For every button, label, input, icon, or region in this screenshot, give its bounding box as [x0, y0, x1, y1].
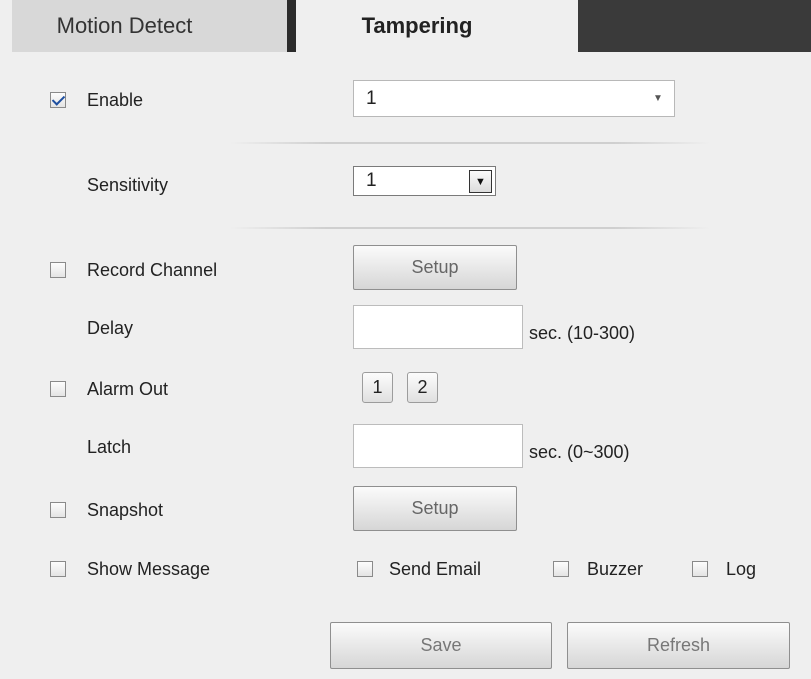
tab-bar-filler — [578, 0, 811, 52]
alarm-out-label: Alarm Out — [87, 379, 169, 399]
enable-checkbox[interactable] — [50, 92, 66, 108]
record-channel-label: Record Channel — [87, 260, 218, 280]
latch-unit: sec. (0~300) — [529, 442, 630, 462]
send-email-checkbox[interactable] — [357, 561, 373, 577]
log-checkbox[interactable] — [692, 561, 708, 577]
show-message-label: Show Message — [87, 559, 211, 579]
buzzer-checkbox[interactable] — [553, 561, 569, 577]
alarm-output-1-button[interactable]: 1 — [362, 372, 393, 403]
record-channel-checkbox[interactable] — [50, 262, 66, 278]
tab-bar: Motion Detect Tampering — [0, 0, 811, 52]
tab-motion-detect[interactable]: Motion Detect — [12, 0, 287, 52]
divider — [230, 227, 710, 229]
latch-input[interactable] — [353, 424, 523, 468]
show-message-checkbox[interactable] — [50, 561, 66, 577]
enable-label: Enable — [87, 90, 144, 110]
save-button[interactable]: Save — [330, 622, 552, 669]
alarm-out-checkbox[interactable] — [50, 381, 66, 397]
sensitivity-select-value: 1 — [366, 170, 377, 191]
delay-label: Delay — [87, 318, 134, 338]
tab-tampering[interactable]: Tampering — [296, 0, 578, 52]
refresh-button[interactable]: Refresh — [567, 622, 790, 669]
delay-input[interactable] — [353, 305, 523, 349]
chevron-down-icon[interactable]: ▼ — [642, 81, 674, 116]
record-setup-button[interactable]: Setup — [353, 245, 517, 290]
sensitivity-label: Sensitivity — [87, 175, 169, 195]
snapshot-checkbox[interactable] — [50, 502, 66, 518]
latch-label: Latch — [87, 437, 132, 457]
alarm-output-2-button[interactable]: 2 — [407, 372, 438, 403]
buzzer-label: Buzzer — [587, 559, 644, 579]
chevron-down-icon[interactable]: ▼ — [469, 170, 492, 193]
log-label: Log — [726, 559, 757, 579]
channel-select-value: 1 — [366, 87, 377, 109]
sensitivity-select[interactable]: 1 ▼ — [353, 166, 496, 196]
tab-bar-pad — [0, 0, 12, 52]
delay-unit: sec. (10-300) — [529, 323, 636, 343]
channel-select[interactable]: 1 ▼ — [353, 80, 675, 117]
tab-separator — [287, 0, 296, 52]
divider — [230, 142, 710, 144]
snapshot-setup-button[interactable]: Setup — [353, 486, 517, 531]
snapshot-label: Snapshot — [87, 500, 164, 520]
send-email-label: Send Email — [389, 559, 482, 579]
